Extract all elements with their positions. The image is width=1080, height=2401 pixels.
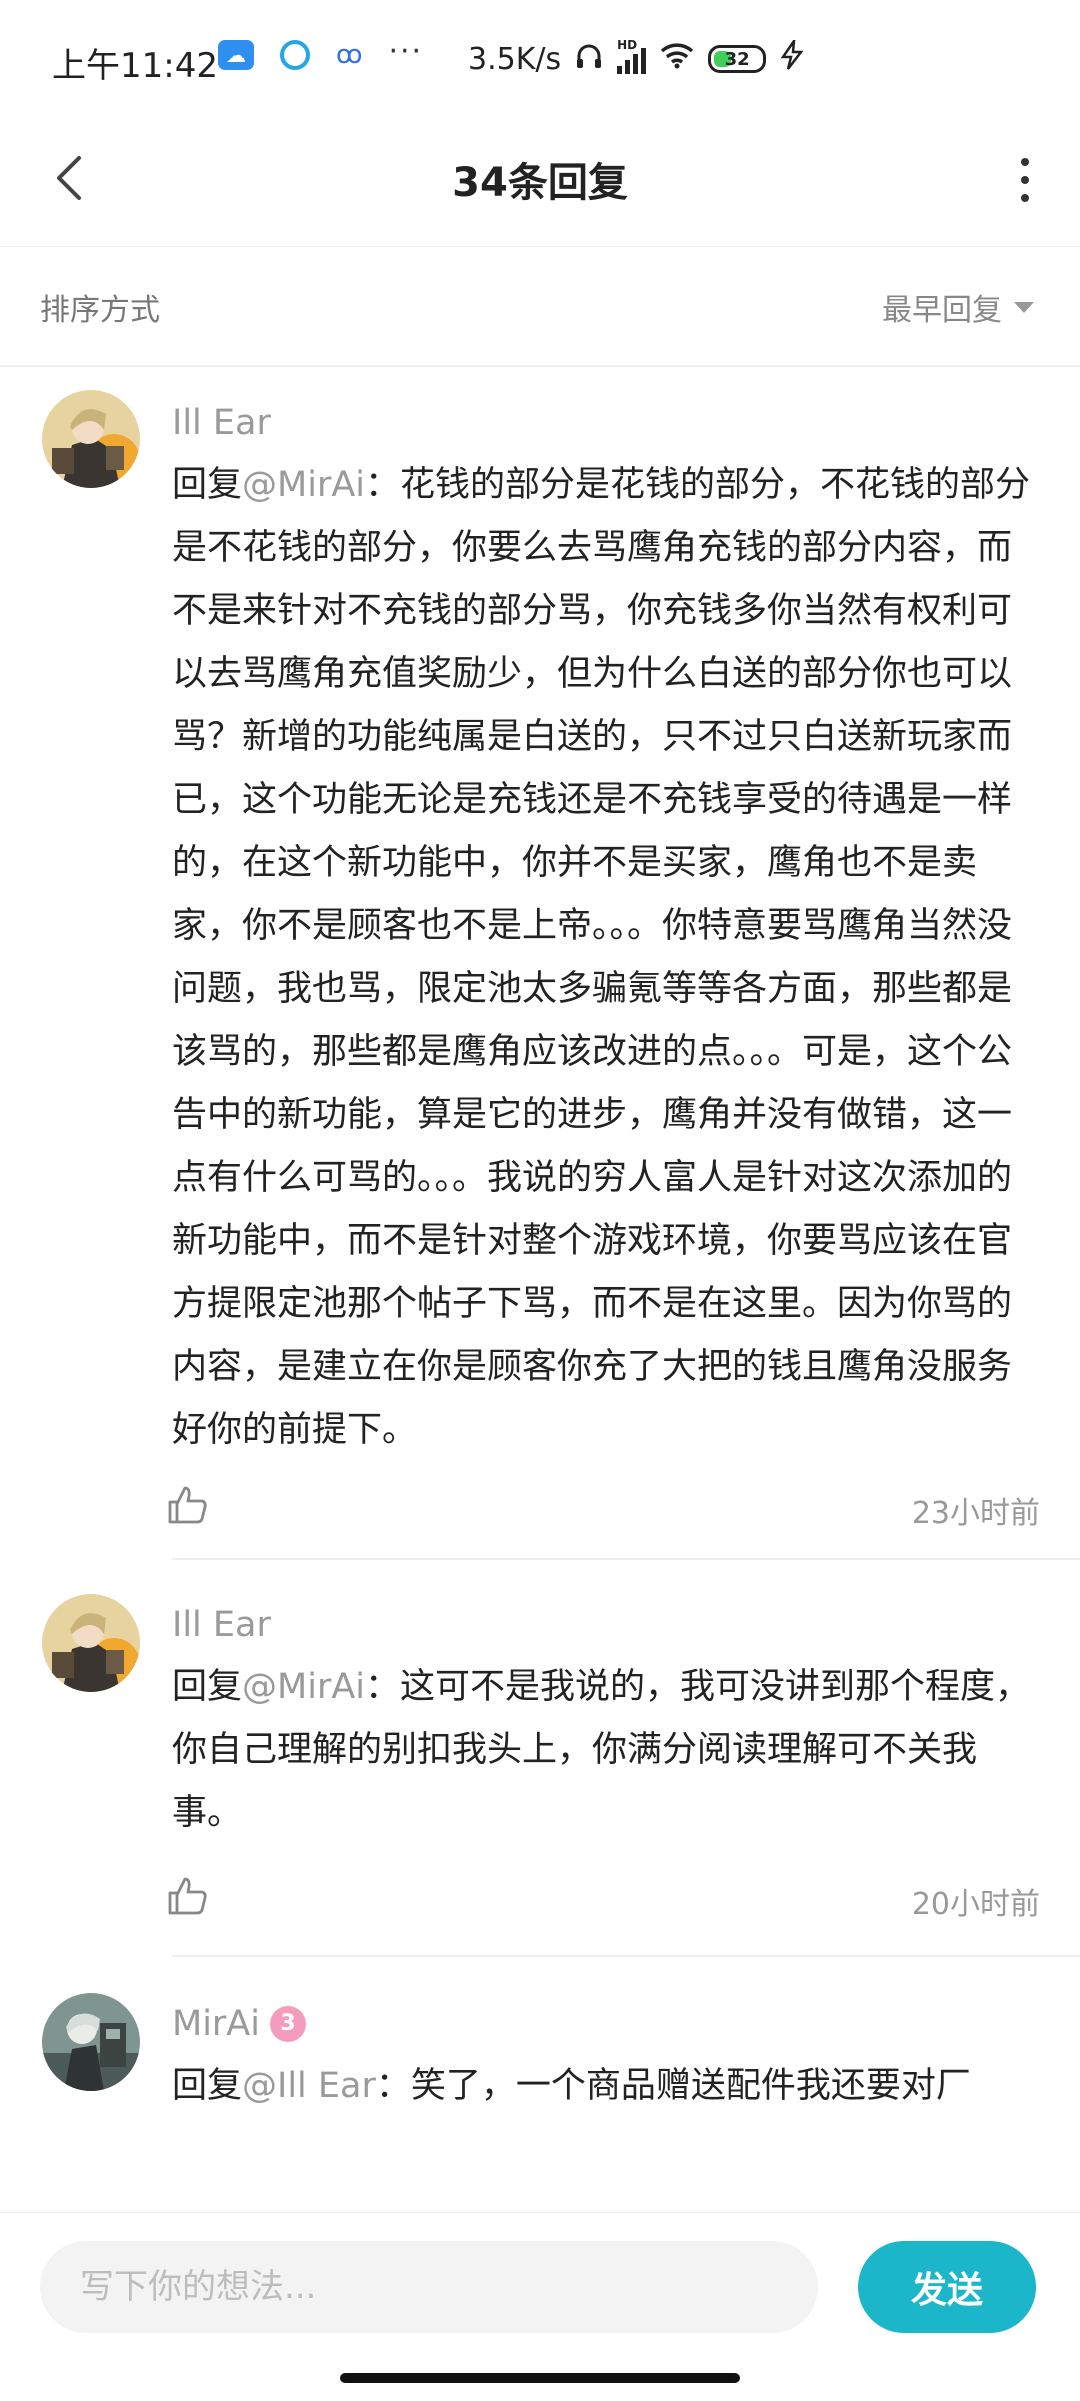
reply-prefix: 回复 <box>172 465 243 505</box>
home-indicator[interactable] <box>340 2373 740 2383</box>
reply-meta: 23小时前 <box>168 1462 1040 1558</box>
avatar[interactable] <box>42 1993 140 2091</box>
avatar[interactable] <box>42 390 140 488</box>
reply-meta: 20小时前 <box>168 1845 1040 1955</box>
mention-link[interactable]: @MirAi <box>242 1667 365 1707</box>
reply-prefix: 回复 <box>172 2066 243 2106</box>
reply-item: MirAi 3 回复@Ill Ear：笑了，一个商品赠送配件我还要对厂 <box>0 1957 1080 2118</box>
reply-composer: 写下你的想法... 发送 <box>0 2212 1080 2401</box>
mention-link[interactable]: @Ill Ear <box>242 2066 376 2106</box>
cloud-icon: ☁ <box>218 40 254 70</box>
more-notifications-icon: ··· <box>388 33 424 69</box>
battery-icon: 32 <box>708 45 767 73</box>
sort-bar: 排序方式 最早回复 <box>0 247 1080 367</box>
reply-body: ：笑了，一个商品赠送配件我还要对厂 <box>375 2066 971 2106</box>
qq-icon <box>280 40 310 70</box>
reply-text: 回复@MirAi：花钱的部分是花钱的部分，不花钱的部分是不花钱的部分，你要么去骂… <box>172 454 1040 1462</box>
wifi-icon <box>660 41 694 77</box>
headphones-icon <box>575 42 603 77</box>
status-time: 上午11:42 <box>52 46 218 86</box>
status-app-icons: ☁ ꝏ ··· <box>218 34 423 70</box>
reply-input[interactable]: 写下你的想法... <box>40 2241 818 2333</box>
status-bar: 上午11:42 ☁ ꝏ ··· 3.5K/s HD 32 <box>0 0 1080 128</box>
reply-prefix: 回复 <box>172 1667 243 1707</box>
dot <box>1021 176 1029 184</box>
username[interactable]: MirAi 3 <box>172 1993 1040 2055</box>
reply-time: 20小时前 <box>911 1887 1040 1922</box>
mention-link[interactable]: @MirAi <box>242 465 365 505</box>
dot <box>1021 194 1029 202</box>
sort-label: 排序方式 <box>40 293 160 328</box>
baidu-icon: ꝏ <box>336 40 363 70</box>
network-speed: 3.5K/s <box>468 41 562 77</box>
sort-selected-value: 最早回复 <box>882 293 1002 328</box>
reply-item: Ill Ear 回复@MirAi：花钱的部分是花钱的部分，不花钱的部分是不花钱的… <box>0 366 1080 1558</box>
page-title: 34条回复 <box>452 160 628 206</box>
reply-list[interactable]: Ill Ear 回复@MirAi：花钱的部分是花钱的部分，不花钱的部分是不花钱的… <box>0 366 1080 2212</box>
status-system-icons: 3.5K/s HD 32 <box>468 36 804 78</box>
avatar[interactable] <box>42 1594 140 1692</box>
signal-icon: HD <box>617 38 647 74</box>
dot <box>1021 158 1029 166</box>
dropdown-arrow-icon <box>1014 301 1034 313</box>
reply-time: 23小时前 <box>911 1496 1040 1531</box>
hd-label: HD <box>617 38 638 52</box>
send-button[interactable]: 发送 <box>858 2241 1036 2333</box>
sort-dropdown[interactable]: 最早回复 <box>882 285 1034 329</box>
reply-body: ：花钱的部分是花钱的部分，不花钱的部分是不花钱的部分，你要么去骂鹰角充钱的部分内… <box>172 465 1031 1450</box>
more-options-button[interactable] <box>1000 150 1050 210</box>
username[interactable]: Ill Ear <box>172 392 1040 454</box>
reply-item: Ill Ear 回复@MirAi：这可不是我说的，我可没讲到那个程度，你自己理解… <box>0 1560 1080 1955</box>
username-text: MirAi <box>172 2004 260 2044</box>
reply-text: 回复@Ill Ear：笑了，一个商品赠送配件我还要对厂 <box>172 2055 1040 2118</box>
like-icon[interactable] <box>166 1482 210 1526</box>
reply-text: 回复@MirAi：这可不是我说的，我可没讲到那个程度，你自己理解的别扣我头上，你… <box>172 1656 1040 1845</box>
top-app-bar: 34条回复 <box>0 128 1080 247</box>
charging-icon <box>780 36 804 78</box>
level-badge: 3 <box>269 2006 306 2042</box>
username[interactable]: Ill Ear <box>172 1594 1040 1656</box>
like-icon[interactable] <box>166 1873 210 1917</box>
